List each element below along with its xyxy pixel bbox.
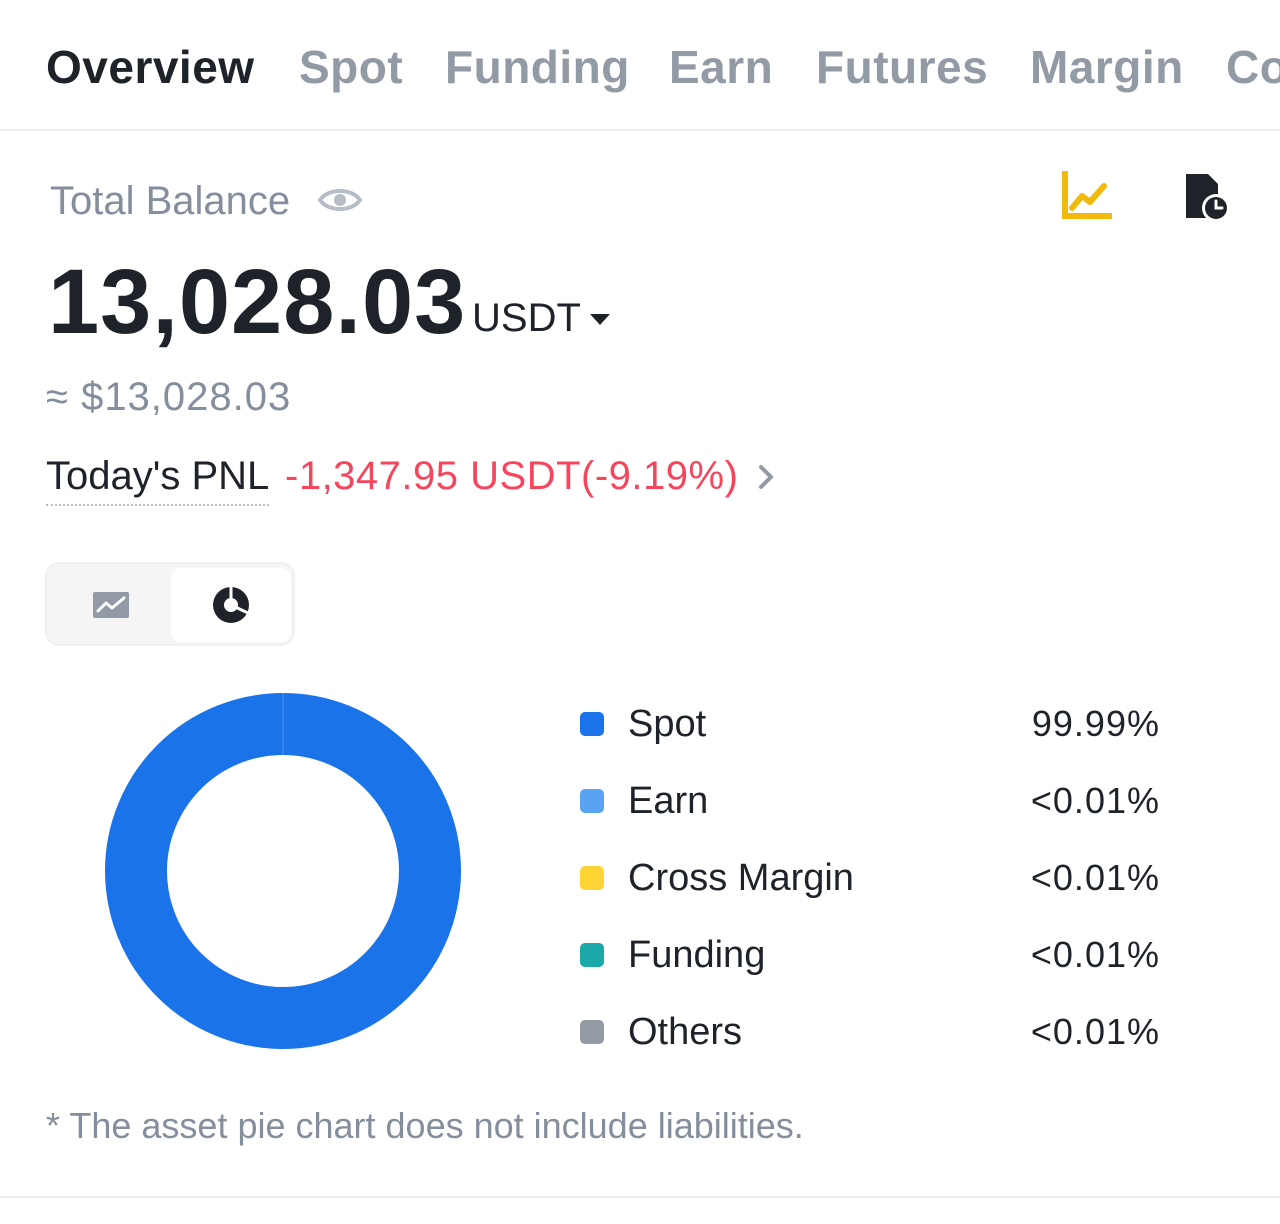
pie-chart-toggle-icon — [213, 586, 249, 623]
wallet-tabs: Overview Spot Funding Earn Futures Margi… — [0, 0, 1280, 131]
legend-swatch — [580, 789, 604, 813]
legend-label: Spot — [628, 703, 707, 745]
legend-swatch — [580, 866, 604, 890]
eye-icon[interactable] — [318, 180, 362, 220]
section-divider — [0, 1196, 1280, 1198]
balance-fiat-equivalent: ≈ $13,028.03 — [46, 375, 292, 419]
legend-item-cross-margin: Cross Margin <0.01% — [580, 854, 1160, 904]
total-balance-amount: 13,028.03 — [48, 251, 467, 353]
legend-swatch — [580, 712, 604, 736]
tab-copy-trading[interactable]: Co — [1226, 40, 1280, 94]
legend-swatch — [580, 1020, 604, 1044]
pie-chart-toggle-button[interactable] — [171, 568, 291, 642]
legend-item-earn: Earn <0.01% — [580, 777, 1160, 827]
tab-overview[interactable]: Overview — [46, 40, 255, 94]
tab-margin[interactable]: Margin — [1030, 40, 1184, 94]
legend-percent: <0.01% — [1030, 1011, 1160, 1052]
legend-label: Funding — [628, 934, 766, 976]
legend-item-funding: Funding <0.01% — [580, 931, 1160, 981]
asset-allocation-donut — [105, 693, 461, 1049]
tab-futures[interactable]: Futures — [816, 40, 988, 94]
legend-label: Cross Margin — [628, 857, 854, 899]
chart-type-toggle — [45, 562, 295, 646]
line-chart-icon[interactable] — [1060, 170, 1112, 222]
pie-chart-footnote: * The asset pie chart does not include l… — [46, 1105, 804, 1146]
donut-segment-spot[interactable] — [105, 693, 461, 1049]
todays-pnl-value: -1,347.95 USDT(-9.19%) — [285, 454, 739, 498]
history-icon[interactable] — [1180, 170, 1232, 224]
legend-label: Others — [628, 1011, 743, 1053]
currency-selector[interactable]: USDT — [472, 294, 581, 342]
legend-swatch — [580, 943, 604, 967]
legend-item-spot: Spot 99.99% — [580, 700, 1160, 750]
legend-percent: <0.01% — [1030, 934, 1160, 975]
legend-percent: <0.01% — [1030, 780, 1160, 821]
wallet-overview-page: Overview Spot Funding Earn Futures Margi… — [0, 0, 1280, 1224]
tab-funding[interactable]: Funding — [445, 40, 630, 94]
tab-earn[interactable]: Earn — [669, 40, 773, 94]
line-chart-toggle-button[interactable] — [51, 568, 171, 642]
total-balance-label: Total Balance — [50, 179, 291, 223]
chevron-right-icon[interactable] — [752, 460, 780, 494]
todays-pnl-label[interactable]: Today's PNL — [46, 452, 270, 506]
legend-item-others: Others <0.01% — [580, 1008, 1160, 1058]
legend-percent: <0.01% — [1030, 857, 1160, 898]
line-chart-toggle-icon — [93, 592, 129, 618]
caret-down-icon[interactable] — [588, 310, 612, 328]
tab-spot[interactable]: Spot — [299, 40, 403, 94]
legend-label: Earn — [628, 780, 709, 822]
legend-percent: 99.99% — [1031, 703, 1160, 744]
